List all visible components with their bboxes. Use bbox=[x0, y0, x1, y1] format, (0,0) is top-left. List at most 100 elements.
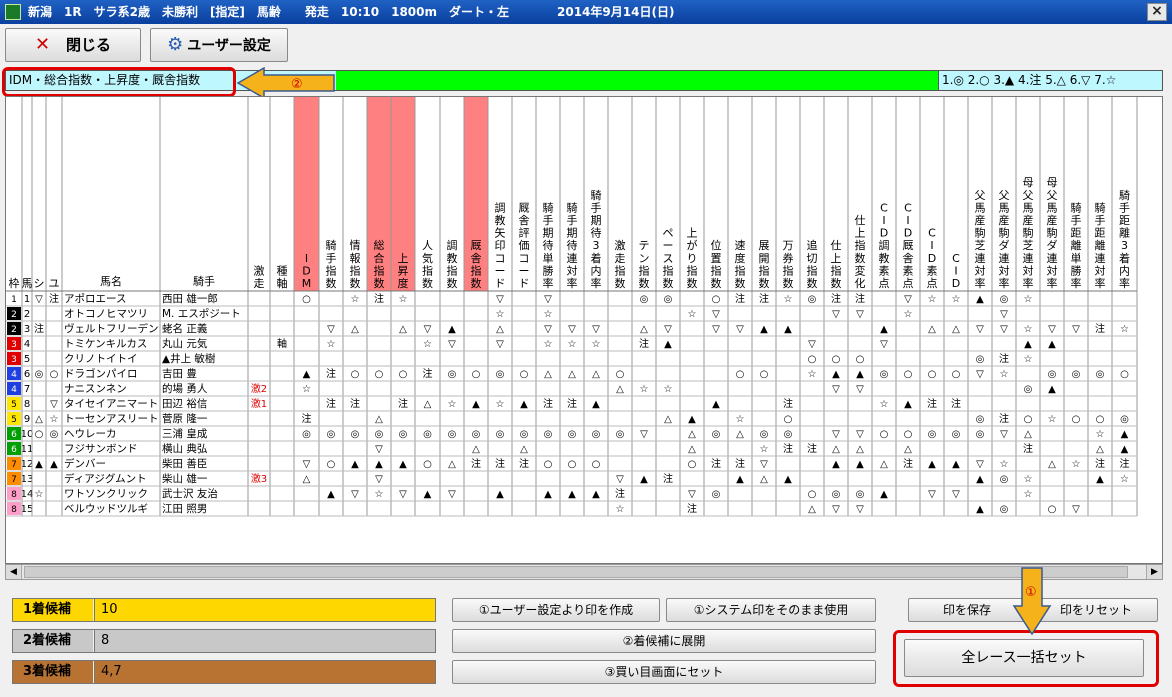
column-header-char: 化 bbox=[855, 276, 866, 290]
column-header-char: C bbox=[928, 227, 936, 240]
horizontal-scrollbar[interactable]: ◀ ▶ bbox=[5, 564, 1163, 580]
table-cell: ○ bbox=[472, 369, 481, 380]
table-cell: 注 bbox=[1095, 457, 1105, 470]
table-cell: ○ bbox=[520, 369, 529, 380]
table-cell: 注 bbox=[423, 367, 433, 380]
horse-name: フジサンボンド bbox=[64, 443, 138, 455]
table-cell: ◎ bbox=[592, 429, 601, 440]
table-cell: ▽ bbox=[568, 324, 576, 335]
table-cell: ☆ bbox=[1000, 459, 1009, 470]
column-header-char: 単 bbox=[543, 251, 554, 265]
table-cell: ☆ bbox=[423, 339, 432, 350]
table-cell: ○ bbox=[399, 369, 408, 380]
column-header-char: 指 bbox=[855, 238, 866, 252]
column-header-char: 対 bbox=[1023, 263, 1034, 277]
mark-from-user-button[interactable]: ①ユーザー設定より印を作成 bbox=[452, 598, 660, 622]
column-header-char: 指 bbox=[783, 263, 794, 277]
close-button[interactable]: ✕ 閉じる bbox=[5, 28, 141, 62]
jockey-name: 横山 典弘 bbox=[162, 442, 207, 455]
table-cell: ▽ bbox=[50, 399, 58, 410]
column-header-char: 切 bbox=[807, 252, 818, 265]
table-cell: ☆ bbox=[50, 414, 59, 425]
scroll-thumb[interactable] bbox=[24, 566, 1128, 578]
column-header-char: 人 bbox=[422, 239, 433, 252]
column-header-char: 産 bbox=[999, 214, 1010, 227]
table-cell: 注 bbox=[999, 412, 1009, 425]
scroll-left-arrow[interactable]: ◀ bbox=[6, 565, 22, 579]
table-cell: ◎ bbox=[35, 369, 44, 380]
table-cell: 11 bbox=[21, 444, 34, 455]
table-cell: ◎ bbox=[928, 429, 937, 440]
table-cell: 5 bbox=[24, 354, 30, 365]
scroll-right-arrow[interactable]: ▶ bbox=[1146, 565, 1162, 579]
table-cell: ▽ bbox=[712, 309, 720, 320]
frame-number: 2 bbox=[11, 310, 17, 320]
table-cell: 激1 bbox=[251, 397, 267, 410]
candidate-value-2[interactable]: 8 bbox=[94, 630, 435, 652]
table-cell: 注 bbox=[807, 442, 817, 455]
column-header-char: 度 bbox=[398, 276, 409, 290]
candidate-value-3[interactable]: 4,7 bbox=[94, 661, 435, 683]
horse-index-table[interactable]: 枠馬シユ馬名 騎手激走種軸 I D M 騎手指数情報指数総合指数上昇度人気指数調教指数厩舎… bbox=[5, 96, 1163, 564]
column-header-char: 矢 bbox=[495, 226, 506, 240]
column-header-char: 父 bbox=[999, 189, 1010, 202]
table-cell: ◎ bbox=[976, 414, 985, 425]
column-header-char: 手 bbox=[1095, 213, 1106, 227]
window-close-button[interactable]: × bbox=[1147, 3, 1167, 21]
column-header-char: 上 bbox=[855, 227, 866, 240]
column-header-char: 産 bbox=[1023, 214, 1034, 227]
table-cell: △ bbox=[1024, 429, 1032, 440]
table-cell: ○ bbox=[302, 294, 311, 305]
table-cell: 注 bbox=[49, 292, 59, 305]
set-to-bet-button[interactable]: ③買い目画面にセット bbox=[452, 660, 876, 684]
candidate-row-1: 1着候補 10 bbox=[12, 598, 436, 622]
table-cell: ☆ bbox=[1048, 414, 1057, 425]
table-cell: ◎ bbox=[616, 429, 625, 440]
column-header-char: D bbox=[302, 264, 310, 277]
table-cell: ○ bbox=[544, 459, 553, 470]
annotation-two-label: ② bbox=[291, 77, 303, 92]
table-cell: 12 bbox=[21, 459, 34, 470]
column-header-char: 数 bbox=[447, 277, 458, 290]
table-cell: ☆ bbox=[327, 339, 336, 350]
table-cell: ◎ bbox=[351, 429, 360, 440]
column-header-char: 数 bbox=[374, 277, 385, 290]
column-header-char: 単 bbox=[1071, 251, 1082, 265]
index-table-grid: 枠馬シユ馬名 騎手激走種軸IDM騎手指数情報指数総合指数上昇度人気指数調教指数厩舎… bbox=[6, 97, 1138, 517]
column-header-char: 芝 bbox=[1023, 239, 1034, 252]
column-header-char: 手 bbox=[1071, 213, 1082, 227]
frame-number: 8 bbox=[11, 490, 17, 500]
table-cell: ◎ bbox=[399, 429, 408, 440]
table-cell: 9 bbox=[24, 414, 30, 425]
table-cell: ▽ bbox=[303, 459, 311, 470]
table-cell: ◎ bbox=[832, 489, 841, 500]
table-cell: ▽ bbox=[351, 489, 359, 500]
table-cell: ◎ bbox=[1024, 384, 1033, 395]
table-cell: ◎ bbox=[1096, 369, 1105, 380]
table-cell: ▲ bbox=[1121, 429, 1129, 440]
user-settings-button[interactable]: ⚙ ユーザー設定 bbox=[150, 28, 288, 62]
save-mark-button[interactable]: 印を保存 bbox=[908, 598, 1026, 622]
table-cell: ▽ bbox=[712, 324, 720, 335]
horse-name: クリノトイトイ bbox=[64, 353, 138, 365]
table-cell: ▽ bbox=[1000, 429, 1008, 440]
use-system-mark-button[interactable]: ①システム印をそのまま使用 bbox=[666, 598, 876, 622]
expand-to-2nd-button[interactable]: ②着候補に展開 bbox=[452, 629, 876, 653]
table-cell: ☆ bbox=[544, 309, 553, 320]
table-cell: ▽ bbox=[976, 369, 984, 380]
table-cell: ◎ bbox=[856, 489, 865, 500]
table-cell: 3 bbox=[24, 324, 30, 335]
table-cell: ▲ bbox=[1048, 384, 1056, 395]
column-header-char: 素 bbox=[879, 264, 890, 277]
candidate-value-1[interactable]: 10 bbox=[94, 599, 435, 621]
table-cell: ☆ bbox=[1024, 294, 1033, 305]
horse-name: トーセンアスリート bbox=[64, 413, 159, 425]
table-cell: ▽ bbox=[1000, 309, 1008, 320]
column-header-char: 騎 bbox=[1119, 189, 1130, 202]
table-cell: ◎ bbox=[952, 429, 961, 440]
reset-mark-button[interactable]: 印をリセット bbox=[1034, 598, 1158, 622]
column-header-char: 総 bbox=[374, 238, 385, 252]
table-cell: △ bbox=[688, 429, 696, 440]
table-cell: △ bbox=[303, 474, 311, 485]
column-header-char: 調 bbox=[495, 200, 506, 214]
